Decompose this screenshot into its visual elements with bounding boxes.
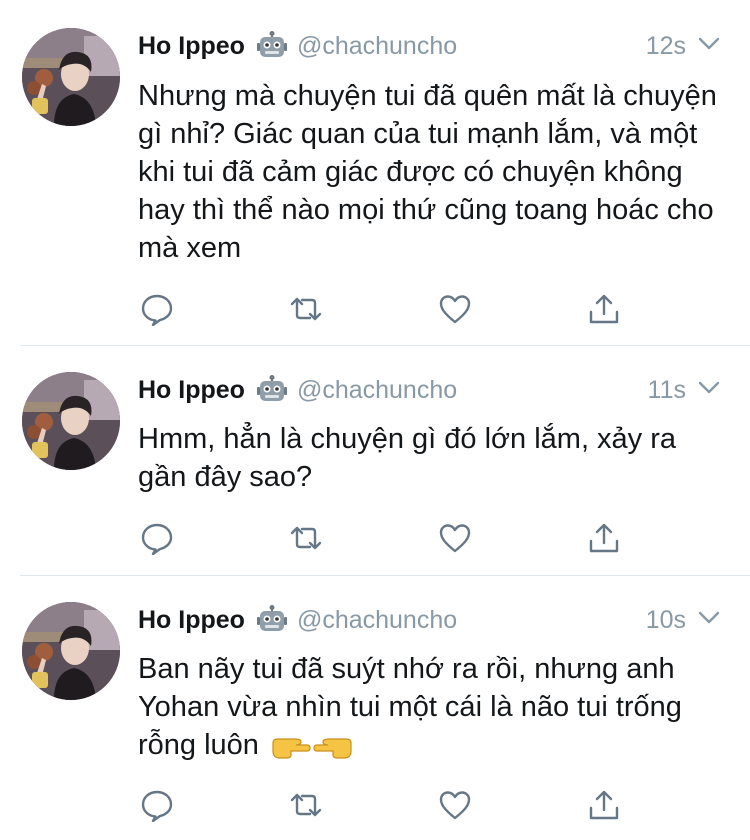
like-icon[interactable] <box>438 788 472 822</box>
timestamp[interactable]: 12s <box>646 32 686 61</box>
user-handle[interactable]: @chachuncho <box>297 606 457 635</box>
chevron-down-icon[interactable] <box>698 380 720 396</box>
user-handle[interactable]: @chachuncho <box>297 376 457 405</box>
tweet-text-container: Ban nãy tui đã suýt nhớ ra rồi, nhưng an… <box>138 650 728 764</box>
reply-icon[interactable] <box>140 292 174 326</box>
timestamp[interactable]: 10s <box>646 606 686 635</box>
display-name[interactable]: Ho Ippeo <box>138 32 245 61</box>
robot-emoji-icon <box>257 31 287 61</box>
avatar[interactable] <box>22 602 120 700</box>
tweet-text: Hmm, hẳn là chuyện gì đó lớn lắm, xảy ra… <box>138 423 677 493</box>
avatar[interactable] <box>22 372 120 470</box>
pointing-left-emoji <box>313 733 353 759</box>
like-icon[interactable] <box>438 521 472 555</box>
tweet[interactable]: Ho Ippeo @chachuncho 11s Hmm, hẳn là chu… <box>0 346 750 575</box>
pointing-right-emoji <box>271 733 311 759</box>
display-name[interactable]: Ho Ippeo <box>138 606 245 635</box>
robot-emoji-icon <box>257 375 287 405</box>
tweet-actions <box>138 788 628 822</box>
retweet-icon[interactable] <box>289 788 323 822</box>
retweet-icon[interactable] <box>289 292 323 326</box>
tweet-actions <box>138 521 628 555</box>
reply-icon[interactable] <box>140 788 174 822</box>
tweet[interactable]: Ho Ippeo @chachuncho 10s Ban nãy tui đã … <box>0 576 750 840</box>
share-icon[interactable] <box>587 292 621 326</box>
tweet-text: Nhưng mà chuyện tui đã quên mất là chuyệ… <box>138 80 717 264</box>
retweet-icon[interactable] <box>289 521 323 555</box>
avatar[interactable] <box>22 28 120 126</box>
tweet-actions <box>138 292 628 326</box>
timestamp[interactable]: 11s <box>648 376 686 405</box>
tweet-text: Ban nãy tui đã suýt nhớ ra rồi, nhưng an… <box>138 653 682 761</box>
chevron-down-icon[interactable] <box>698 610 720 626</box>
robot-emoji-icon <box>257 605 287 635</box>
like-icon[interactable] <box>438 292 472 326</box>
user-handle[interactable]: @chachuncho <box>297 32 457 61</box>
display-name[interactable]: Ho Ippeo <box>138 376 245 405</box>
tweet[interactable]: Ho Ippeo @chachuncho 12s Nhưng mà chuyện… <box>0 0 750 345</box>
share-icon[interactable] <box>587 521 621 555</box>
share-icon[interactable] <box>587 788 621 822</box>
reply-icon[interactable] <box>140 521 174 555</box>
chevron-down-icon[interactable] <box>698 36 720 52</box>
